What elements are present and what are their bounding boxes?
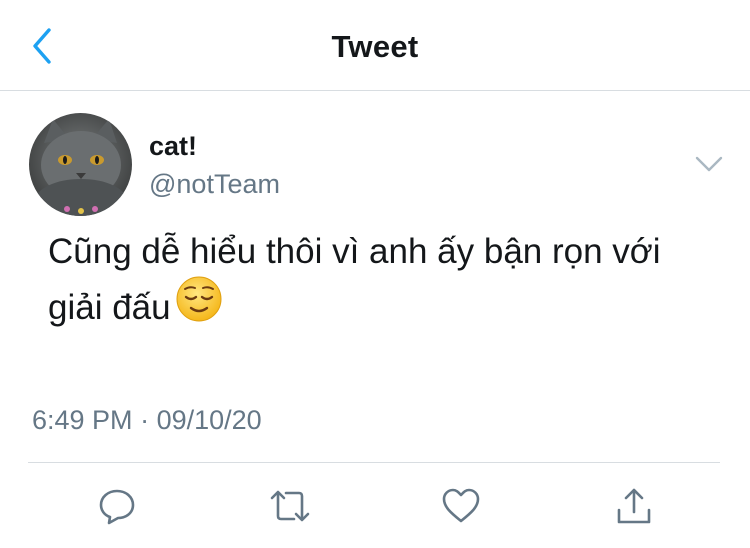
tweet-time: 6:49 PM <box>32 405 133 435</box>
reply-icon <box>99 489 135 525</box>
retweet-button[interactable] <box>268 484 312 528</box>
heart-icon <box>442 488 480 523</box>
author-name[interactable]: cat! <box>149 131 197 162</box>
tweet-date: 09/10/20 <box>156 405 262 435</box>
share-icon <box>617 488 651 524</box>
cat-avatar-image <box>29 113 132 216</box>
divider <box>28 462 720 463</box>
more-options-button[interactable] <box>693 152 725 176</box>
reply-button[interactable] <box>95 484 139 528</box>
retweet-icon <box>270 490 310 522</box>
timestamp-separator: · <box>140 405 150 435</box>
author-handle[interactable]: @notTeam <box>149 169 280 200</box>
chevron-down-icon <box>695 156 723 172</box>
like-button[interactable] <box>439 484 483 528</box>
relieved-face-emoji-icon <box>175 275 223 338</box>
tweet-body: Cũng dễ hiểu thôi vì anh ấy bận rọn với … <box>48 232 661 327</box>
page-title: Tweet <box>331 29 419 64</box>
tweet-actions-bar <box>0 484 750 528</box>
tweet-timestamp[interactable]: 6:49 PM · 09/10/20 <box>32 405 262 436</box>
share-button[interactable] <box>612 484 656 528</box>
avatar[interactable] <box>29 113 132 216</box>
tweet-text: Cũng dễ hiểu thôi vì anh ấy bận rọn với … <box>48 226 668 341</box>
top-bar: Tweet <box>0 0 750 91</box>
